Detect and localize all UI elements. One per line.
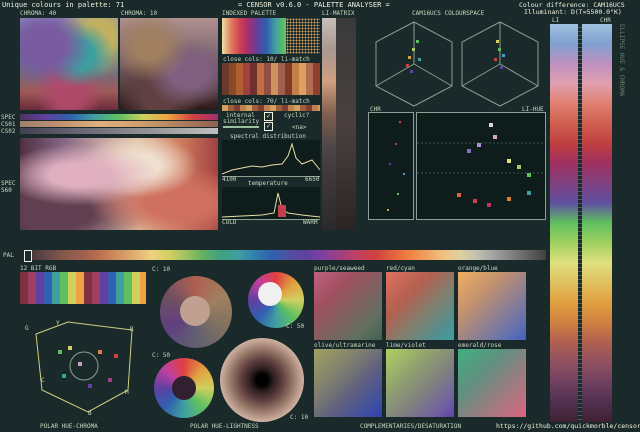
indexed-palette-label: INDEXED PALETTE: [222, 10, 277, 17]
similarity-bar: [223, 126, 259, 128]
li-hue-plot: [416, 112, 546, 220]
similarity-label: similarity: [223, 118, 260, 125]
polar-hue-chroma: [28, 320, 138, 418]
red-cyan-label: red/cyan: [386, 265, 415, 272]
palette-strip: [32, 250, 546, 260]
cam16-label: CAM16UCS COLOURSPACE: [412, 10, 485, 17]
unique-colours-label: Unique colours in palette: 71: [2, 1, 125, 9]
polar-hue-chroma-label: POLAR HUE-CHROMA: [40, 423, 98, 430]
close-cols-10-swatches: [222, 63, 320, 95]
spectral-distribution-label: spectral distribution: [230, 133, 306, 140]
cam16-hexagon-right: [461, 21, 539, 107]
hue-lightness-chroma40: [20, 18, 118, 110]
warm-label: WARM: [303, 219, 318, 226]
pal-marker[interactable]: [24, 250, 32, 262]
side-vertical-label: ELLIPSE HUE & CHROMA: [618, 24, 625, 97]
complementary-red-cyan: [386, 272, 454, 340]
cyclic-checkbox[interactable]: ✓: [264, 122, 273, 131]
app-title: = CENSOR v0.6.0 - PALETTE ANALYSER =: [238, 1, 390, 9]
temperature-curve: [222, 192, 320, 218]
cold-label: COLD: [222, 219, 237, 226]
close-cols-70-label: close cols: 70/ li-match: [223, 98, 310, 105]
spectral-curve: [222, 142, 320, 175]
12-bit-rgb-grid: [20, 272, 146, 304]
complementary-emerald-rose: [458, 349, 526, 417]
na-label: <na>: [292, 124, 307, 131]
side-vertical-text: ELLIPSE HUE & CHROMA: [617, 24, 627, 224]
spectral-min-label: 4100: [222, 176, 237, 183]
complementary-lime-violet: [386, 349, 454, 417]
chr-plot: [368, 112, 414, 220]
complementary-orange-blue: [458, 272, 526, 340]
cs01-label: CS01: [1, 121, 16, 128]
cyclic-label: cyclic?: [284, 112, 310, 119]
hue-wheel-c50-lower-core: [172, 376, 196, 400]
spectrum-band-3: [20, 128, 218, 134]
spec-label-2: SPEC: [1, 180, 16, 187]
cam16-hexagon-left: [375, 21, 453, 107]
internal-similarity-checkbox[interactable]: ✓: [264, 112, 273, 121]
hue-wheel-c50-core: [258, 282, 282, 306]
spec-label-1: SPEC: [1, 114, 16, 121]
illuminant-label: Illuminant: D(T=5500.0°K): [524, 8, 622, 16]
complementary-olive-ultramarine: [314, 349, 382, 417]
s60-label: S60: [1, 187, 12, 194]
purple-seaweed-label: purple/seaweed: [314, 265, 365, 272]
chroma10-label: CHROMA: 10: [121, 10, 158, 17]
emerald-rose-label: emerald/rose: [458, 342, 502, 349]
c50-label-a: C: 50: [286, 323, 305, 330]
li-chr-separator: [578, 24, 582, 422]
pal-label: PAL: [3, 252, 14, 259]
cam16-plot-left: [372, 18, 456, 108]
chroma40-label: CHROMA: 40: [20, 10, 57, 17]
chr-column-label: CHR: [600, 17, 611, 24]
indexed-palette-dots: [286, 18, 320, 54]
chr-points: [387, 121, 405, 211]
complementary-purple-seaweed: [314, 272, 382, 340]
c10-label-a: C: 10: [152, 266, 171, 273]
c10-label-b: C: 10: [290, 414, 309, 421]
spectrum-band-2: [20, 121, 218, 127]
12-bit-rgb-label: 12 BIT RGB: [20, 265, 57, 272]
close-cols-70-swatches: [222, 105, 320, 111]
polar-hue-lightness-label: POLAR HUE-LIGHTNESS: [190, 423, 259, 430]
github-link[interactable]: https://github.com/quickmorble/censor: [496, 422, 640, 430]
spectral-max-label: 6650: [305, 176, 320, 183]
olive-ultramarine-label: olive/ultramarine: [314, 342, 376, 349]
complementaries-label: COMPLEMENTARIES/DESATURATION: [360, 423, 462, 430]
c50-label-b: C: 50: [152, 352, 171, 359]
hue-lightness-chroma10: [120, 18, 218, 110]
spectral-distribution-plot: [222, 140, 320, 177]
spectrum-band-1: [20, 114, 218, 120]
lime-violet-label: lime/violet: [386, 342, 426, 349]
li-matrix-dark-overlay: [336, 18, 356, 230]
li-matrix-label: LI-MATRIX: [322, 10, 355, 17]
li-column-label: LI: [552, 17, 560, 24]
cs02-label: CS02: [1, 128, 16, 135]
temperature-label: temperature: [248, 180, 288, 187]
hue-wheel-c10-core: [180, 296, 210, 326]
cam16-plot-right: [458, 18, 542, 108]
hue-wheel-c10-lower: [220, 338, 304, 422]
polar-hue-chroma-plot: [35, 321, 133, 413]
li-hue-points: [417, 123, 545, 207]
orange-blue-label: orange/blue: [458, 265, 498, 272]
spectrum-blob: [20, 138, 218, 230]
close-cols-10-label: close cols: 10/ li-match: [223, 56, 310, 63]
temperature-plot: [222, 187, 320, 220]
